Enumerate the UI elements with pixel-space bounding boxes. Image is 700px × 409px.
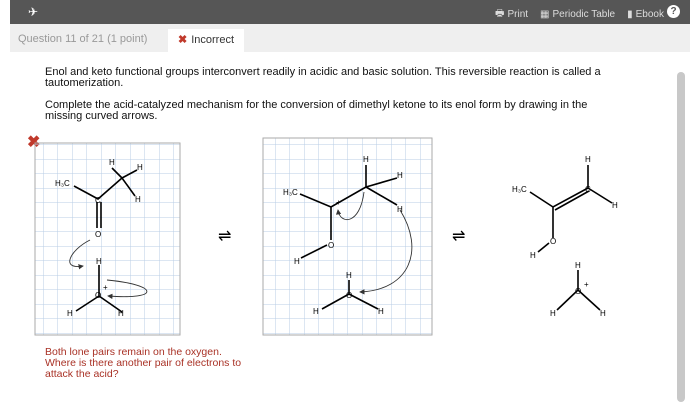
atom-label: H <box>363 155 369 164</box>
atom-label: O <box>95 291 101 300</box>
atom-label: O <box>550 237 556 246</box>
atom-label: H <box>378 307 384 316</box>
atom-label: C <box>585 185 591 194</box>
charge-label: + <box>584 280 589 289</box>
atom-label: H <box>135 195 141 204</box>
atom-label: H <box>137 163 143 172</box>
atom-label: H <box>550 309 556 318</box>
atom-label: O <box>346 291 352 300</box>
atom-label: H <box>600 309 606 318</box>
atom-label: H <box>294 257 300 266</box>
equilibrium-arrow-2: ⇌ <box>452 228 465 245</box>
atom-label: H <box>313 307 319 316</box>
charge-label: + <box>336 198 341 207</box>
atom-label: H₃C <box>283 188 298 197</box>
atom-label: H <box>575 261 581 270</box>
atom-label: O <box>575 287 581 296</box>
atom-label: H <box>397 171 403 180</box>
atom-label: H <box>612 201 618 210</box>
atom-label: O <box>328 241 334 250</box>
atom-label: H <box>109 158 115 167</box>
atom-label: H <box>346 271 352 280</box>
equilibrium-arrow-1: ⇌ <box>218 228 231 245</box>
atom-label: H <box>530 251 536 260</box>
atom-label: H <box>67 309 73 318</box>
drawing-canvas-1[interactable] <box>34 142 181 336</box>
atom-label: H₃C <box>512 185 527 194</box>
charge-label: + <box>103 283 108 292</box>
mechanism-drawing: ✖ H₃C C O H O + H H H H H ⇌ H₃C + O H H … <box>27 134 618 336</box>
atom-label: H <box>585 155 591 164</box>
drawing-canvas-2[interactable] <box>262 137 433 336</box>
atom-label: H <box>96 257 102 266</box>
atom-label: O <box>95 230 101 239</box>
atom-label: C <box>95 196 101 205</box>
atom-label: H₃C <box>55 179 70 188</box>
atom-label: H <box>397 205 403 214</box>
atom-label: H <box>118 309 124 318</box>
